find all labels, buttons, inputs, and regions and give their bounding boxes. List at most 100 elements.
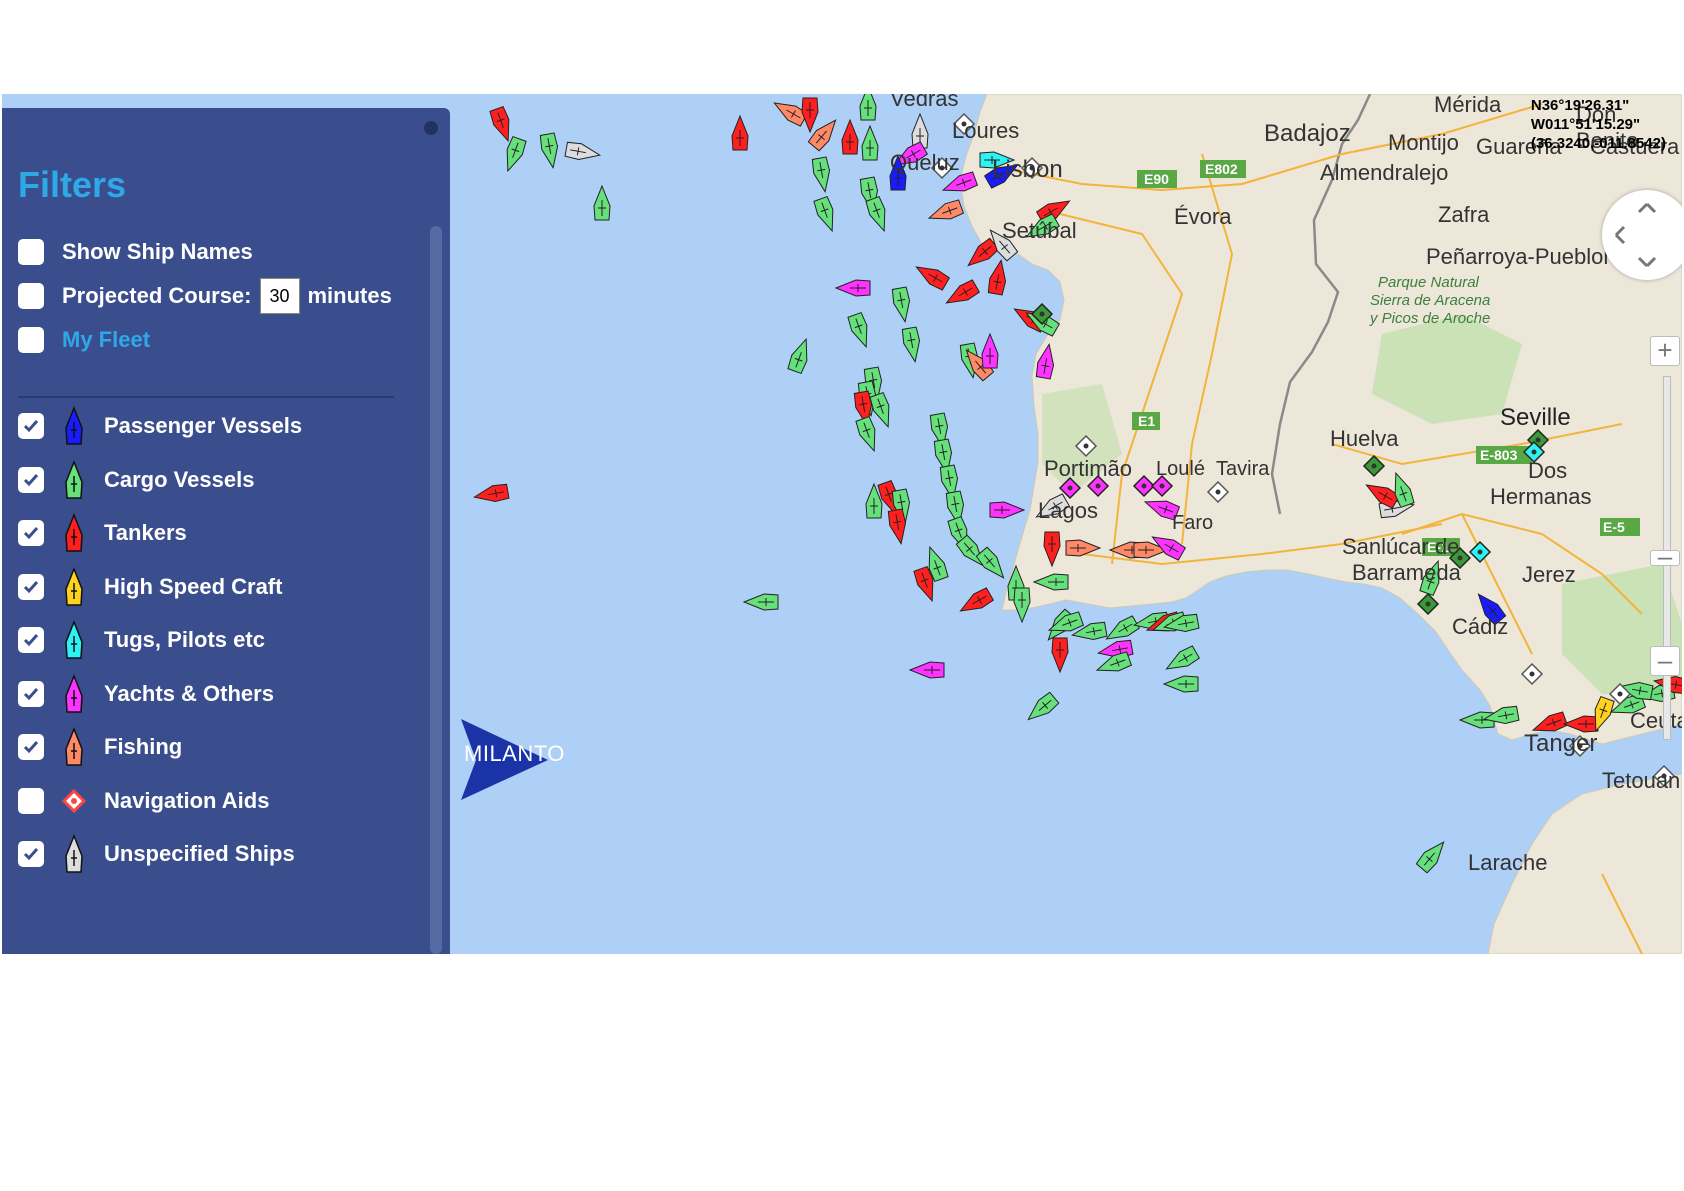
projected-course-label: Projected Course: [62,283,252,308]
category-navigation-aids-label: Navigation Aids [104,787,270,813]
category-yachts-others-checkbox[interactable] [18,680,44,707]
category-navigation-aids-checkbox[interactable] [18,787,44,814]
category-high-speed-craft-label: High Speed Craft [104,573,283,599]
category-unspecified-ships-checkbox[interactable] [18,841,44,867]
ship-marker[interactable] [564,141,602,163]
projected-course-option[interactable]: Projected Course: 30 minutes [18,276,392,316]
ship-marker[interactable] [942,279,981,310]
ship-marker[interactable] [742,593,779,611]
ship-marker[interactable] [593,184,611,221]
my-fleet-option[interactable]: My Fleet [18,320,150,360]
place-label-dos: Dos [1528,458,1568,483]
ship-marker[interactable] [489,105,516,143]
coordinate-lon: W011°51'15.29" [1530,116,1641,133]
ship-marker[interactable] [834,279,871,297]
ship-marker[interactable] [912,260,951,291]
show-ship-names-option[interactable]: Show Ship Names [18,232,253,272]
place-label-badajoz: Badajoz [1264,120,1351,147]
ship-marker[interactable] [1023,691,1060,726]
ship-marker[interactable] [847,311,874,349]
category-fishing-label: Fishing [104,734,183,759]
my-fleet-checkbox[interactable] [18,327,44,353]
ship-marker[interactable] [1162,675,1199,693]
category-passenger-vessels[interactable]: Passenger Vessels [18,405,303,446]
panel-scrollbar[interactable] [430,226,442,954]
coordinate-readout: N36°19'26.31" W011°51'15.29" (36.3240,-0… [1531,96,1666,153]
category-cargo-vessels[interactable]: Cargo Vessels [18,459,254,500]
ship-marker[interactable] [472,483,510,505]
projected-course-minutes-input[interactable]: 30 [259,278,300,314]
category-fishing-checkbox[interactable] [18,734,44,760]
place-label-hermanas: Hermanas [1490,484,1592,509]
ship-marker[interactable] [1162,645,1201,676]
ship-marker[interactable] [855,415,882,453]
category-tugs-pilots[interactable]: Tugs, Pilots etc [18,619,265,660]
ship-marker[interactable] [861,124,879,161]
category-high-speed-craft[interactable]: High Speed Craft [18,566,283,607]
ship-marker[interactable] [891,286,913,324]
place-label-vedras: Vedras [890,94,959,111]
ship-marker[interactable] [859,94,877,121]
place-label-lisbon: Lisbon [992,156,1063,183]
place-label-merida: Mérida [1434,94,1502,117]
zoom-in-button[interactable]: + [1650,336,1680,366]
ship-marker[interactable] [926,199,965,226]
fishing-icon [62,726,86,767]
category-unspecified-ships[interactable]: Unspecified Ships [18,833,295,874]
my-fleet-link[interactable]: My Fleet [62,327,150,353]
ship-marker[interactable] [989,501,1026,519]
ship-marker[interactable] [1013,587,1031,624]
ship-marker[interactable] [1415,837,1450,874]
place-label-ceuta: Ceuta [1630,708,1682,733]
category-tugs-pilots-checkbox[interactable] [18,627,44,653]
unspecified-ships-icon [62,833,86,874]
place-label-queluz: Queluz [890,150,960,175]
filters-divider [18,396,394,398]
place-label-cadiz: Cádiz [1452,614,1509,639]
ship-marker[interactable] [869,391,896,429]
place-label-faro: Faro [1172,512,1214,534]
ship-marker[interactable] [956,587,995,618]
ship-marker[interactable] [908,661,945,679]
projected-course-unit: minutes [307,283,392,308]
park-label-2: Sierra de Aracena [1370,292,1491,309]
ship-marker[interactable] [841,118,859,155]
show-ship-names-checkbox[interactable] [18,239,44,265]
category-tankers-checkbox[interactable] [18,520,44,546]
category-navigation-aids[interactable]: Navigation Aids [18,781,269,821]
pan-control[interactable] [1602,190,1682,280]
place-label-larache: Larache [1468,850,1548,875]
category-tankers[interactable]: Tankers [18,512,187,553]
place-label-portimao: Portimão [1044,456,1133,481]
ship-marker[interactable] [981,332,999,369]
category-yachts-others[interactable]: Yachts & Others [18,673,274,714]
category-high-speed-craft-checkbox[interactable] [18,573,44,600]
ship-marker[interactable] [901,326,923,364]
navigation-aids-icon [61,781,87,821]
yachts-others-icon [62,673,86,714]
ship-marker[interactable] [801,97,819,134]
ship-marker[interactable] [865,195,892,233]
zoom-out-button[interactable]: – [1650,646,1680,676]
ship-marker[interactable] [731,114,749,151]
svg-text:E802: E802 [1205,161,1238,177]
ship-marker[interactable] [787,336,814,375]
place-label-almendralejo: Almendralejo [1320,160,1449,185]
tugs-pilots-icon [62,619,86,660]
zoom-slider-handle[interactable]: – [1650,543,1680,569]
panel-collapse-handle[interactable] [424,121,438,135]
category-passenger-vessels-checkbox[interactable] [18,413,44,439]
category-fishing[interactable]: Fishing [18,726,183,767]
place-label-zafra: Zafra [1438,202,1490,227]
category-cargo-vessels-checkbox[interactable] [18,466,44,493]
pan-arrows-icon [1614,202,1657,268]
ship-marker[interactable] [811,156,833,194]
ship-marker[interactable] [539,132,561,170]
category-tankers-label: Tankers [104,520,187,545]
ship-marker[interactable] [1051,637,1069,674]
ship-marker[interactable] [500,135,527,173]
ship-marker[interactable] [987,258,1009,296]
projected-course-checkbox[interactable] [18,283,44,309]
ship-marker[interactable] [813,195,840,233]
category-passenger-vessels-label: Passenger Vessels [104,413,303,438]
